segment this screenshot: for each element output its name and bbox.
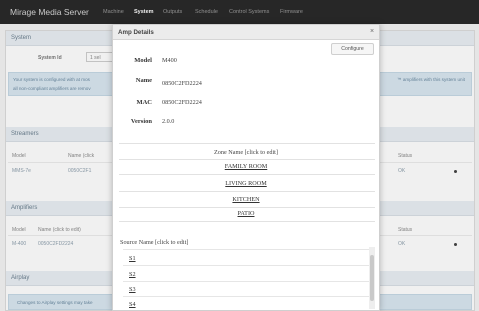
zone-kitchen[interactable]: KITCHEN [113, 196, 379, 203]
close-icon[interactable]: × [370, 28, 374, 36]
source-s1[interactable]: S1 [129, 255, 136, 262]
modal-scrollbar[interactable] [369, 247, 375, 309]
divider [119, 191, 375, 192]
zone-family-room[interactable]: FAMILY ROOM [113, 163, 379, 170]
divider [119, 207, 375, 208]
detail-version-value: 2.0.0 [162, 118, 175, 125]
divider [123, 249, 371, 250]
scrollbar-thumb[interactable] [370, 255, 374, 301]
divider [123, 281, 371, 282]
detail-name-value: 0850C2FD2224 [162, 80, 202, 87]
divider [123, 265, 371, 266]
divider [119, 159, 375, 160]
detail-model-label: Model [134, 57, 152, 64]
modal-title: Amp Details [118, 29, 154, 36]
divider [119, 143, 375, 144]
detail-model-value: M400 [162, 57, 177, 64]
source-s3[interactable]: S3 [129, 286, 136, 293]
modal-header: Amp Details × [113, 25, 379, 40]
source-name-header: Source Name [click to edit] [120, 239, 189, 246]
configure-button[interactable]: Configure [331, 43, 374, 55]
zone-patio[interactable]: PATIO [113, 210, 379, 217]
detail-mac-value: 0850C2FD2224 [162, 99, 202, 106]
divider [119, 221, 375, 222]
amp-details-modal: Amp Details × Configure Model M400 Name … [112, 24, 380, 311]
divider [119, 174, 375, 175]
source-s2[interactable]: S2 [129, 271, 136, 278]
detail-mac-label: MAC [136, 99, 152, 106]
zone-name-header: Zone Name [click to edit] [214, 149, 278, 156]
divider [123, 296, 371, 297]
zone-living-room[interactable]: LIVING ROOM [113, 180, 379, 187]
source-s4[interactable]: S4 [129, 301, 136, 308]
detail-name-label: Name [135, 77, 152, 84]
detail-version-label: Version [130, 118, 152, 125]
